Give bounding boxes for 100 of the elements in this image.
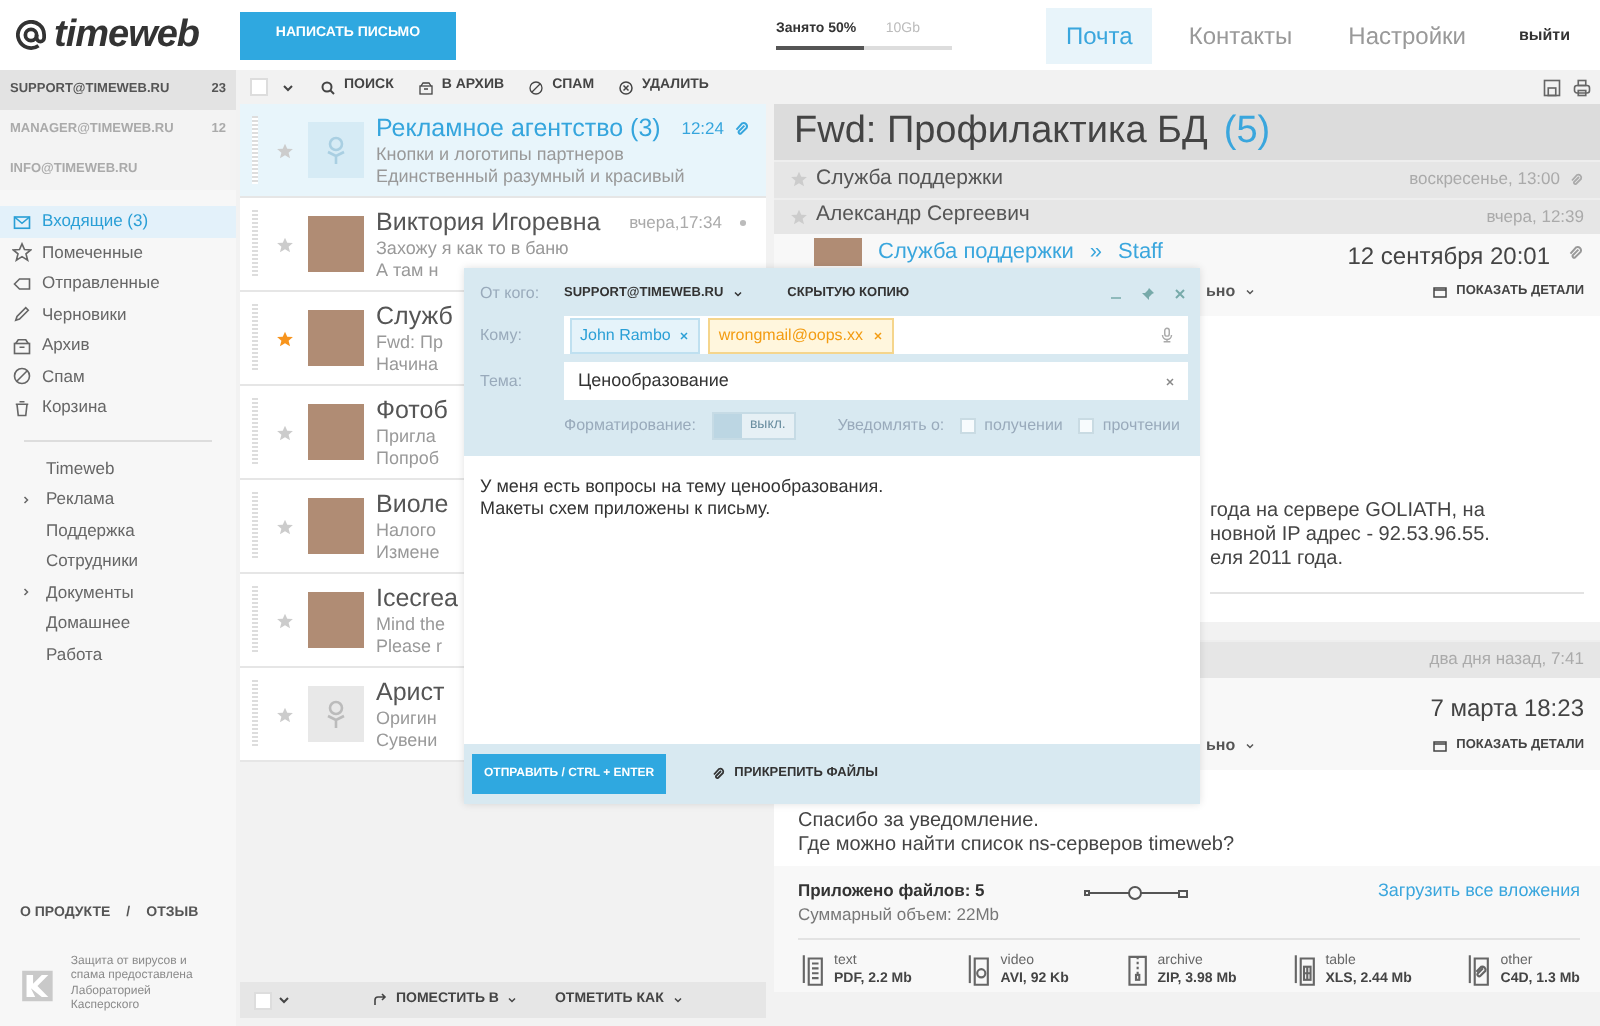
star-icon[interactable] [276,705,294,723]
grip-icon [252,398,258,466]
thread-message-row[interactable]: Александр Сергеевич вчера, 12:39 [774,197,1600,234]
pin-icon[interactable] [1140,286,1156,302]
antivirus-logo-icon [20,967,55,1004]
notify-checkbox[interactable] [1078,418,1095,434]
message-preview: Пригла [376,425,436,447]
clear-icon[interactable] [1164,375,1176,387]
archive-icon [417,79,434,95]
logo-text: timeweb [54,16,200,54]
spam-icon [528,79,545,95]
remove-icon[interactable] [871,329,884,341]
caret-icon[interactable] [276,992,292,1008]
folder-item[interactable]: Спам [0,361,236,392]
subject-field[interactable]: Ценообразование [564,362,1188,400]
star-icon[interactable] [276,517,294,535]
archive-icon [12,335,32,356]
sender-name: Рекламное агентство (3) [376,113,661,143]
star-icon[interactable] [276,329,294,347]
file-icon[interactable] [964,952,993,988]
recipients-dropdown[interactable]: ьно [1206,733,1256,757]
pencil-icon [12,304,32,325]
recipient-separator: » [1089,238,1103,266]
photo-placeholder [814,238,862,266]
folder-item[interactable]: Помеченные [0,237,236,268]
message-line: новной IP адрес - 92.53.96.55. [1210,524,1492,548]
message-line: года на сервере GOLIATH, на [1210,500,1487,524]
compose-body-line: Макеты схем приложены к письму. [480,498,773,520]
caret-icon[interactable] [280,79,296,95]
message-preview: Измене [376,541,440,563]
chevron-right-icon[interactable] [20,586,32,599]
label-item[interactable]: Timeweb [46,455,115,482]
move-icon [372,992,388,1008]
attachment-count: Приложено файлов: 5 [798,877,987,903]
folder-item[interactable]: Отправленные [0,268,236,299]
select-all-checkbox[interactable] [254,991,272,1009]
sender-name: Виоле [376,489,449,519]
select-all-checkbox[interactable] [250,78,268,96]
message-date: вчера, 12:39 [1486,203,1584,230]
star-icon[interactable] [790,170,808,189]
label-item[interactable]: Документы [46,579,134,606]
file-icon[interactable] [798,952,826,988]
logout-link[interactable]: выйти [1506,21,1582,49]
microphone-icon[interactable] [1158,326,1176,344]
folder-item[interactable]: Корзина [0,392,236,423]
compose-body-line: У меня есть вопросы на тему ценообразования. [480,476,886,498]
thread-message-row[interactable]: Служба поддержки воскресенье, 13:00 [774,160,1600,197]
folder-item[interactable]: Архив [0,330,236,361]
label-item[interactable]: Поддержка [46,517,135,544]
remove-icon[interactable] [678,329,691,341]
photo-placeholder [308,216,364,272]
logo-at-icon [16,20,46,50]
photo-placeholder [308,310,364,366]
message-date: 12 сентября 20:01 [1347,240,1550,274]
chevron-right-icon[interactable] [20,493,32,506]
save-icon[interactable] [1542,77,1562,97]
message-line: Где можно найти список ns-серверов timeweb? [798,833,1237,857]
sender-name: Александр Сергеевич [816,200,1030,231]
folder-item[interactable]: Черновики [0,299,236,330]
envelope-icon [12,211,32,232]
label-item[interactable]: Работа [46,641,103,668]
caret-icon [1243,739,1256,751]
star-icon[interactable] [790,207,808,226]
close-icon[interactable] [1172,286,1188,302]
star-icon[interactable] [276,235,294,253]
star-icon [12,242,32,263]
sender-name: Фотоб [376,395,448,425]
message-date: 7 марта 18:23 [1430,691,1584,725]
file-icon[interactable] [1464,952,1493,988]
paperclip-icon [710,766,727,782]
label-item[interactable]: Домашнее [46,610,131,637]
message-preview: Начина [376,353,438,375]
nav-tab[interactable]: Контакты [1168,7,1313,63]
message-time: 12:24 [681,115,724,141]
message-line: Спасибо за уведомление. [798,809,1041,833]
file-icon[interactable] [1289,952,1318,988]
message-date: два дня назад, 7:41 [1429,646,1584,673]
dot-icon[interactable] [736,215,750,229]
print-icon[interactable] [1572,77,1592,97]
grip-icon [252,586,258,654]
notify-label: Уведомлять о: [837,414,945,438]
nav-tab[interactable]: Настройки [1328,7,1487,63]
grip-icon [252,210,258,278]
small-size-icon[interactable] [1083,890,1090,896]
notify-checkbox[interactable] [960,418,977,434]
caret-icon [506,994,519,1006]
thread-title: Fwd: Профилактика БД [794,107,1208,156]
photo-placeholder [308,592,364,648]
window-icon [1432,737,1449,753]
star-icon[interactable] [276,611,294,629]
star-icon[interactable] [276,423,294,441]
recipients-dropdown[interactable]: ьно [1206,280,1256,304]
label-item[interactable]: Реклама [46,486,115,513]
message-preview: Налого [376,519,436,541]
label-item[interactable]: Сотрудники [46,548,139,575]
message-preview: Please r [376,635,443,657]
star-icon[interactable] [276,141,294,159]
large-size-icon[interactable] [1177,889,1188,897]
photo-placeholder [308,498,364,554]
grip-icon [252,492,258,560]
